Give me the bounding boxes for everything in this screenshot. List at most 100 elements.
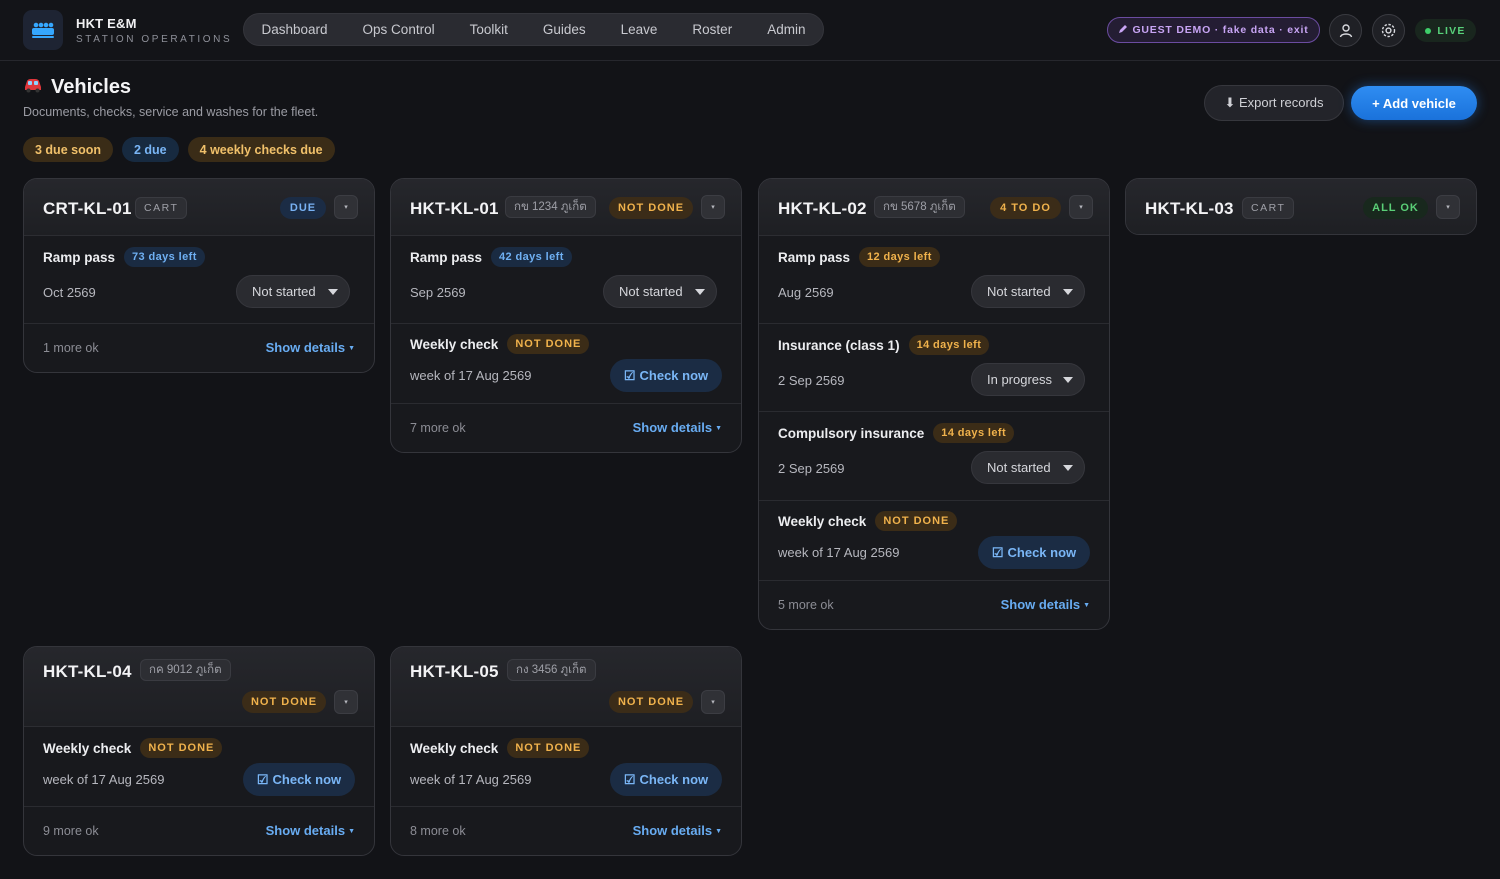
days-left-badge: 12 days left xyxy=(859,247,940,267)
add-vehicle-button[interactable]: + Add vehicle xyxy=(1351,86,1477,120)
summary-due-soon[interactable]: 3 due soon xyxy=(23,137,113,162)
status-badge: NOT DONE xyxy=(242,691,326,713)
item-title: Weekly check xyxy=(43,740,132,756)
item-title-wrap: Compulsory insurance 14 days left xyxy=(778,423,1015,443)
live-indicator: LIVE xyxy=(1415,19,1476,42)
vehicle-id: CRT-KL-01 xyxy=(43,199,132,218)
gear-icon[interactable] xyxy=(1372,14,1405,47)
show-details-link[interactable]: Show details ▼ xyxy=(266,340,355,355)
card-footer: 8 more ok Show details ▼ xyxy=(391,807,741,855)
show-details-link[interactable]: Show details ▼ xyxy=(633,823,722,838)
status-select[interactable]: Not started xyxy=(971,451,1085,484)
not-done-badge: NOT DONE xyxy=(875,511,958,531)
check-now-button[interactable]: ☑ Check now xyxy=(243,763,355,796)
status-badge: NOT DONE xyxy=(609,691,693,713)
show-details-link[interactable]: Show details ▼ xyxy=(633,420,722,435)
top-bar: HKT E&M STATION OPERATIONS Dashboard Ops… xyxy=(0,0,1500,61)
card-header: HKT-KL-02 กข 5678 ภูเก็ต 4 TO DO ▾ xyxy=(759,179,1109,236)
status-select[interactable]: In progress xyxy=(971,363,1085,396)
vehicle-tag: CART xyxy=(135,197,188,219)
check-now-button[interactable]: ☑ Check now xyxy=(610,763,722,796)
chevron-down-icon[interactable]: ▾ xyxy=(701,195,725,219)
chevron-down-icon: ▼ xyxy=(715,425,722,432)
card-footer: 5 more ok Show details ▼ xyxy=(759,581,1109,629)
bus-icon[interactable] xyxy=(23,10,63,50)
vehicle-card: HKT-KL-05 กง 3456 ภูเก็ต NOT DONE ▾ Week… xyxy=(390,646,742,856)
show-details-link[interactable]: Show details ▼ xyxy=(266,823,355,838)
vehicle-id: HKT-KL-04 xyxy=(43,662,132,681)
item-row: Ramp pass 12 days left Aug 2569 Not star… xyxy=(759,236,1109,324)
chevron-down-icon[interactable]: ▾ xyxy=(334,195,358,219)
check-now-label: Check now xyxy=(272,772,342,787)
nav-roster[interactable]: Roster xyxy=(675,22,750,37)
nav-ops-control[interactable]: Ops Control xyxy=(345,22,452,37)
nav-leave[interactable]: Leave xyxy=(603,22,675,37)
status-select-value: Not started xyxy=(987,284,1051,299)
guest-demo-label: GUEST DEMO · fake data · exit xyxy=(1132,24,1309,36)
chevron-down-icon[interactable]: ▾ xyxy=(701,690,725,714)
chevron-down-icon[interactable]: ▾ xyxy=(1436,195,1460,219)
summary-due[interactable]: 2 due xyxy=(121,137,179,162)
show-details-label: Show details xyxy=(632,823,713,838)
chevron-down-icon[interactable]: ▾ xyxy=(334,690,358,714)
status-badge: ALL OK xyxy=(1363,197,1428,219)
more-ok-count: 9 more ok xyxy=(43,824,99,838)
item-title-wrap: Weekly check NOT DONE xyxy=(43,738,223,758)
vehicle-plate: กง 3456 ภูเก็ต xyxy=(507,659,596,681)
page-subtitle: Documents, checks, service and washes fo… xyxy=(23,105,319,119)
status-select[interactable]: Not started xyxy=(971,275,1085,308)
nav-guides[interactable]: Guides xyxy=(525,22,603,37)
item-title: Weekly check xyxy=(410,740,499,756)
item-date: 2 Sep 2569 xyxy=(778,373,845,388)
car-icon xyxy=(23,76,43,99)
vehicle-plate: กค 9012 ภูเก็ต xyxy=(140,659,231,681)
vehicle-card: HKT-KL-02 กข 5678 ภูเก็ต 4 TO DO ▾ Ramp … xyxy=(758,178,1110,630)
status-select[interactable]: Not started xyxy=(236,275,350,308)
vehicle-tag: CART xyxy=(1242,197,1295,219)
checkbox-icon: ☑ xyxy=(623,771,636,787)
app-subtitle: STATION OPERATIONS xyxy=(76,34,233,45)
status-select-value: Not started xyxy=(987,460,1051,475)
vehicle-id: HKT-KL-05 xyxy=(410,662,499,681)
card-header: HKT-KL-03 CART ALL OK ▾ xyxy=(1126,179,1476,234)
caret-down-icon xyxy=(1063,377,1073,383)
check-now-button[interactable]: ☑ Check now xyxy=(978,536,1090,569)
item-title-wrap: Ramp pass 12 days left xyxy=(778,247,940,267)
item-title: Insurance (class 1) xyxy=(778,337,900,353)
show-details-label: Show details xyxy=(265,823,346,838)
weekly-check-row: Weekly check NOT DONE week of 17 Aug 256… xyxy=(391,727,741,807)
guest-demo-banner[interactable]: GUEST DEMO · fake data · exit xyxy=(1107,17,1320,43)
nav-dashboard[interactable]: Dashboard xyxy=(244,22,345,37)
show-details-link[interactable]: Show details ▼ xyxy=(1001,597,1090,612)
caret-down-icon xyxy=(1063,465,1073,471)
item-title-wrap: Weekly check NOT DONE xyxy=(410,334,590,354)
nav-admin[interactable]: Admin xyxy=(750,22,823,37)
more-ok-count: 7 more ok xyxy=(410,421,466,435)
chevron-down-icon: ▼ xyxy=(348,828,355,835)
item-title-wrap: Ramp pass 73 days left xyxy=(43,247,205,267)
item-date: week of 17 Aug 2569 xyxy=(43,772,165,787)
export-records-button[interactable]: ⬇ Export records xyxy=(1204,85,1344,121)
user-icon[interactable] xyxy=(1329,14,1362,47)
checkbox-icon: ☑ xyxy=(991,544,1004,560)
status-badge: 4 TO DO xyxy=(990,197,1061,219)
summary-weekly-checks[interactable]: 4 weekly checks due xyxy=(187,137,335,162)
page-title: Vehicles xyxy=(23,76,131,99)
checkbox-icon: ☑ xyxy=(256,771,269,787)
status-select-value: Not started xyxy=(252,284,316,299)
chevron-down-icon[interactable]: ▾ xyxy=(1069,195,1093,219)
status-select-value: Not started xyxy=(619,284,683,299)
days-left-badge: 73 days left xyxy=(124,247,205,267)
item-title-wrap: Weekly check NOT DONE xyxy=(778,511,958,531)
vehicle-id: HKT-KL-01 xyxy=(410,199,499,218)
status-select[interactable]: Not started xyxy=(603,275,717,308)
nav-toolkit[interactable]: Toolkit xyxy=(452,22,525,37)
item-date: 2 Sep 2569 xyxy=(778,461,845,476)
item-title: Weekly check xyxy=(410,336,499,352)
app-title: HKT E&M xyxy=(76,16,137,31)
status-badge: NOT DONE xyxy=(609,197,693,219)
check-now-button[interactable]: ☑ Check now xyxy=(610,359,722,392)
checkbox-icon: ☑ xyxy=(623,367,636,383)
status-select-value: In progress xyxy=(987,372,1053,387)
summary-pills: 3 due soon 2 due 4 weekly checks due xyxy=(23,137,335,162)
